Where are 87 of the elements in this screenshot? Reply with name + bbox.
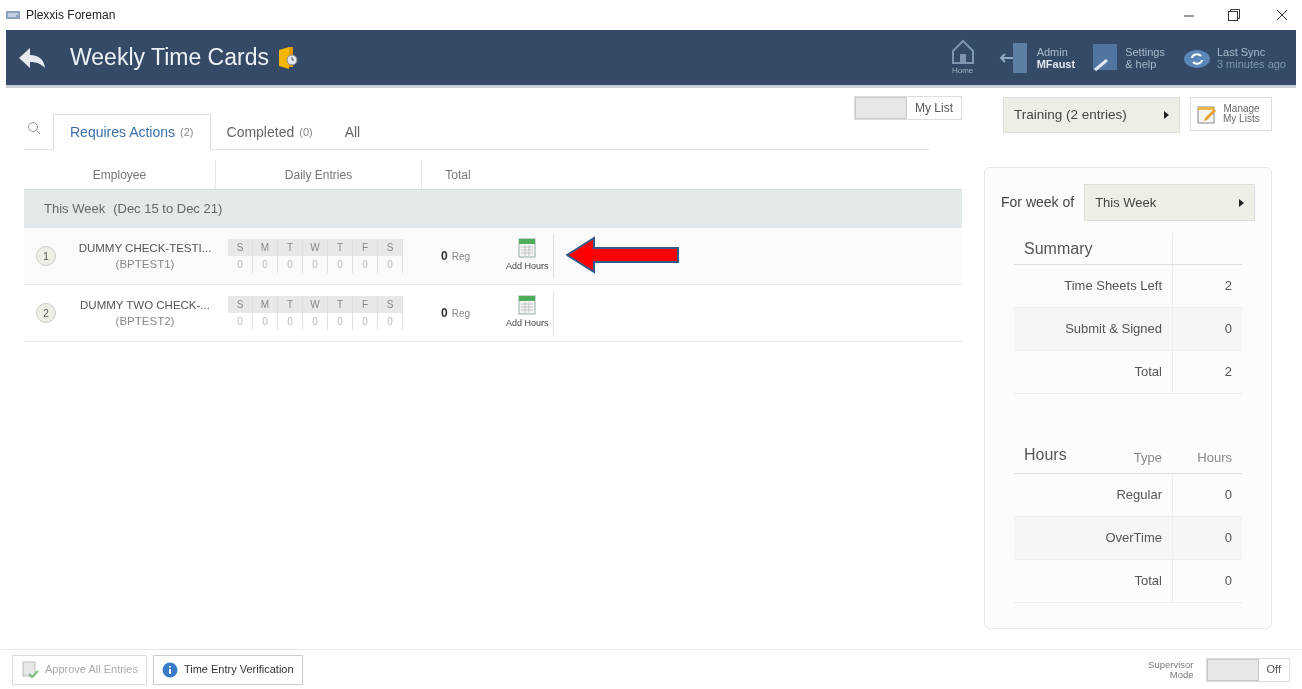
approve-all-button: Approve All Entries (12, 654, 147, 685)
day-header: M (253, 296, 277, 313)
sync-button[interactable]: Last Sync 3 minutes ago (1182, 45, 1286, 70)
hours-type: Regular (1115, 486, 1163, 505)
supervisor-label: Supervisor (1148, 659, 1194, 670)
day-header: S (228, 239, 252, 256)
day-value: 0 (387, 315, 393, 329)
day-value: 0 (287, 315, 293, 329)
day-header: S (228, 296, 252, 313)
employee-name[interactable]: DUMMY TWO CHECK-... (80, 297, 210, 313)
employee-name[interactable]: DUMMY CHECK-TESTI... (78, 240, 212, 256)
app-icon (6, 10, 20, 20)
hours-value: 0 (1172, 560, 1242, 602)
day-header: T (328, 239, 352, 256)
day-header: S (378, 239, 402, 256)
day-header: T (328, 296, 352, 313)
page-title: Weekly Time Cards (70, 43, 269, 73)
week-label: For week of (1001, 193, 1075, 212)
day-header: T (278, 296, 302, 313)
summary-value: 2 (1172, 265, 1242, 307)
settings-button[interactable]: Settings & help (1089, 41, 1165, 74)
column-header: Total (444, 166, 472, 184)
total-hours: 0 Reg (441, 248, 471, 265)
total-hours: 0 Reg (441, 305, 471, 322)
document-check-icon (21, 660, 39, 679)
summary-label: Submit & Signed (1064, 320, 1163, 339)
day-value: 0 (337, 315, 343, 329)
info-icon (161, 661, 178, 678)
column-header: Daily Entries (216, 160, 422, 189)
hours-header: Hours (1196, 448, 1233, 467)
back-icon[interactable] (18, 46, 46, 69)
hours-value: 0 (1172, 517, 1242, 559)
summary-value: 2 (1172, 351, 1242, 393)
employee-code: (BPTEST2) (115, 314, 175, 329)
list-dropdown[interactable]: Training (2 entries) (1003, 97, 1180, 133)
close-icon[interactable] (1276, 9, 1288, 21)
calendar-icon (518, 238, 537, 259)
add-hours-button[interactable]: Add Hours (506, 234, 554, 278)
manage-lists-button[interactable]: Manage My Lists (1190, 97, 1272, 131)
supervisor-state: Off (1265, 662, 1282, 678)
home-button[interactable]: Home (950, 38, 975, 77)
window-title: Plexxis Foreman (26, 7, 116, 24)
day-header: F (353, 239, 377, 256)
notepad-pencil-icon (1197, 104, 1217, 124)
week-dropdown[interactable]: This Week (1084, 184, 1255, 221)
restore-icon[interactable] (1228, 9, 1240, 21)
summary-title: Summary (1023, 239, 1094, 259)
my-list-label: My List (914, 100, 954, 117)
caret-icon (1239, 198, 1244, 207)
employee-code: (BPTEST1) (115, 257, 175, 272)
day-header: M (253, 239, 277, 256)
add-hours-button[interactable]: Add Hours (506, 291, 554, 335)
tab[interactable]: Requires Actions (2) (53, 114, 211, 150)
day-header: S (378, 296, 402, 313)
day-value: 0 (312, 315, 318, 329)
hours-title: Hours (1023, 445, 1068, 465)
row-number: 1 (36, 246, 56, 266)
day-header: F (353, 296, 377, 313)
summary-label: Total (1133, 363, 1163, 382)
day-header: T (278, 239, 302, 256)
day-header: W (303, 296, 327, 313)
summary-value: 0 (1172, 308, 1242, 350)
day-value: 0 (262, 315, 268, 329)
group-label: This Week (44, 200, 106, 219)
tab[interactable]: Completed (0) (210, 114, 329, 150)
row-number: 2 (36, 303, 56, 323)
column-header: Employee (24, 160, 216, 189)
folder-clock-icon (276, 45, 299, 70)
day-value: 0 (362, 315, 368, 329)
summary-label: Time Sheets Left (1063, 277, 1163, 296)
search-icon[interactable] (27, 121, 41, 135)
hours-value: 0 (1172, 474, 1242, 516)
caret-icon (1164, 111, 1169, 119)
verification-button[interactable]: Time Entry Verification (152, 654, 303, 685)
admin-button[interactable]: Admin MFaust (998, 40, 1076, 75)
hours-type: OverTime (1104, 529, 1163, 548)
supervisor-toggle[interactable] (1206, 658, 1259, 681)
hours-type: Total (1133, 572, 1163, 591)
calendar-icon (518, 295, 537, 316)
tab[interactable]: All (328, 114, 377, 150)
day-header: W (303, 239, 327, 256)
day-value: 0 (237, 315, 243, 329)
group-range: (Dec 15 to Dec 21) (113, 200, 223, 219)
type-header: Type (1133, 448, 1163, 467)
my-list-toggle[interactable] (855, 97, 907, 119)
house-icon (950, 38, 975, 65)
mode-label: Mode (1169, 669, 1194, 680)
